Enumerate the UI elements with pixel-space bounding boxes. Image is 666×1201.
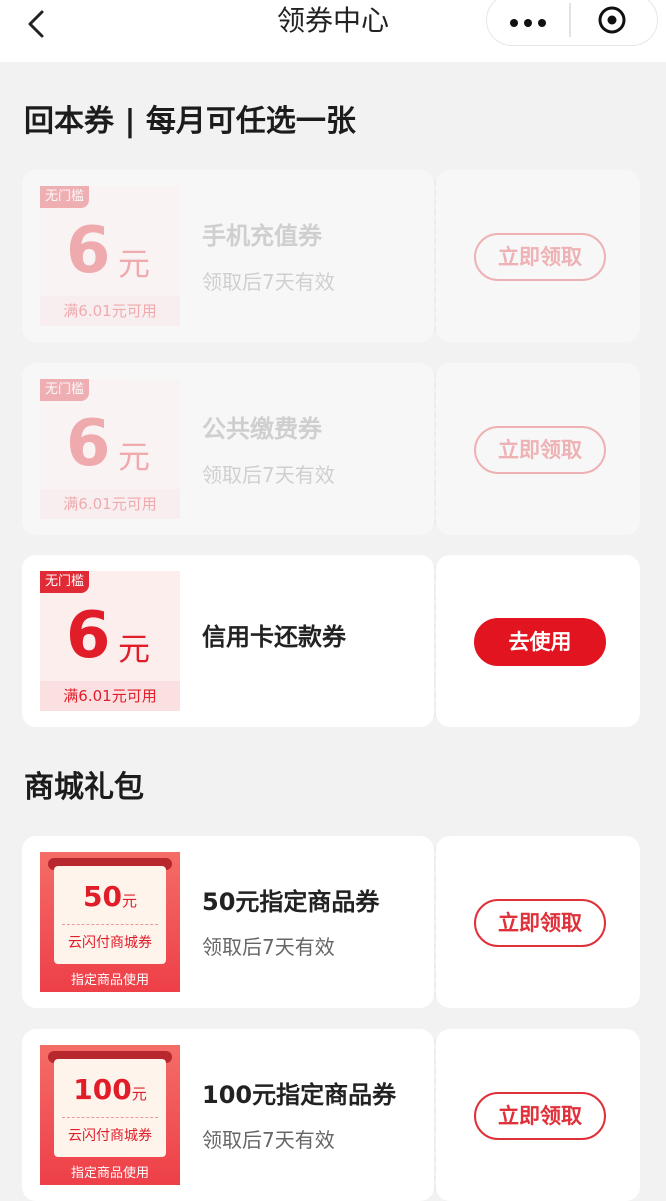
coupon-info: 无门槛 6 元 满6.01元可用 信用卡还款券: [22, 555, 434, 727]
coupon-name: 手机充值券: [202, 222, 322, 250]
coupon-amount: 6: [66, 407, 111, 481]
coupon-amount: 6: [66, 599, 111, 673]
coupon-info: 50元 云闪付商城券 指定商品使用 50元指定商品券 领取后7天有效: [22, 836, 434, 1008]
use-button[interactable]: 去使用: [474, 618, 606, 666]
ticket-amount: 50元: [54, 880, 166, 913]
coupon-name: 信用卡还款券: [202, 623, 346, 651]
ticket-amount-value: 100: [73, 1073, 132, 1106]
claim-button[interactable]: 立即领取: [474, 426, 606, 474]
coupon-unit: 元: [118, 245, 151, 283]
claim-button[interactable]: 立即领取: [474, 1092, 606, 1140]
mall-coupon-card: 50元 云闪付商城券 指定商品使用 50元指定商品券 领取后7天有效 立即领取: [22, 836, 640, 1008]
coupon-amount-box: 无门槛 6 元 满6.01元可用: [40, 186, 180, 326]
section-title-return: 回本券 | 每月可任选一张: [24, 104, 356, 139]
coupon-amount-box: 无门槛 6 元 满6.01元可用: [40, 571, 180, 711]
ticket-footer: 指定商品使用: [70, 1166, 149, 1181]
mall-coupon-card: 100元 云闪付商城券 指定商品使用 100元指定商品券 领取后7天有效 立即领…: [22, 1029, 640, 1201]
coupon-condition: 满6.01元可用: [40, 489, 180, 519]
coupon-action-area: 立即领取: [436, 170, 640, 342]
coupon-card: 无门槛 6 元 满6.01元可用 信用卡还款券 去使用: [22, 555, 640, 727]
section-title-mall: 商城礼包: [24, 770, 144, 805]
claim-button[interactable]: 立即领取: [474, 899, 606, 947]
capsule-divider: [569, 3, 571, 37]
ticket-amount-unit: 元: [131, 1085, 147, 1103]
coupon-unit: 元: [118, 438, 151, 476]
coupon-card: 无门槛 6 元 满6.01元可用 公共缴费券 领取后7天有效 立即领取: [22, 363, 640, 535]
coupon-name: 50元指定商品券: [202, 888, 380, 916]
coupon-name: 100元指定商品券: [202, 1081, 397, 1109]
coupon-amount-box: 无门槛 6 元 满6.01元可用: [40, 379, 180, 519]
coupon-action-area: 立即领取: [436, 1029, 640, 1201]
ticket-dash: [62, 924, 158, 925]
mall-coupon-image: 50元 云闪付商城券 指定商品使用: [40, 852, 180, 992]
coupon-action-area: 立即领取: [436, 836, 640, 1008]
ticket-amount: 100元: [54, 1073, 166, 1106]
coupon-validity: 领取后7天有效: [202, 935, 335, 959]
ticket-footer: 指定商品使用: [70, 973, 149, 988]
ticket: 50元 云闪付商城券: [54, 866, 166, 964]
coupon-action-area: 立即领取: [436, 363, 640, 535]
mall-coupon-image: 100元 云闪付商城券 指定商品使用: [40, 1045, 180, 1185]
mini-program-capsule: [486, 0, 658, 46]
coupon-info: 无门槛 6 元 满6.01元可用 手机充值券 领取后7天有效: [22, 170, 434, 342]
coupon-name: 公共缴费券: [202, 415, 322, 443]
coupon-validity: 领取后7天有效: [202, 270, 335, 294]
threshold-tag: 无门槛: [40, 379, 90, 401]
more-dots-icon[interactable]: [505, 9, 551, 29]
coupon-validity: 领取后7天有效: [202, 1128, 335, 1152]
threshold-tag: 无门槛: [40, 571, 90, 593]
ticket-dash: [62, 1117, 158, 1118]
coupon-card: 无门槛 6 元 满6.01元可用 手机充值券 领取后7天有效 立即领取: [22, 170, 640, 342]
coupon-info: 无门槛 6 元 满6.01元可用 公共缴费券 领取后7天有效: [22, 363, 434, 535]
coupon-condition: 满6.01元可用: [40, 681, 180, 711]
coupon-amount: 6: [66, 214, 111, 288]
coupon-validity: 领取后7天有效: [202, 463, 335, 487]
coupon-action-area: 去使用: [436, 555, 640, 727]
close-circle-icon[interactable]: [595, 3, 629, 37]
coupon-condition: 满6.01元可用: [40, 296, 180, 326]
coupon-unit: 元: [118, 630, 151, 668]
nav-bar: 领券中心: [0, 0, 666, 62]
claim-button[interactable]: 立即领取: [474, 233, 606, 281]
ticket-name: 云闪付商城券: [68, 935, 152, 951]
coupon-info: 100元 云闪付商城券 指定商品使用 100元指定商品券 领取后7天有效: [22, 1029, 434, 1201]
ticket-amount-value: 50: [83, 880, 122, 913]
ticket-name: 云闪付商城券: [68, 1128, 152, 1144]
ticket: 100元 云闪付商城券: [54, 1059, 166, 1157]
ticket-amount-unit: 元: [121, 892, 137, 910]
threshold-tag: 无门槛: [40, 186, 90, 208]
